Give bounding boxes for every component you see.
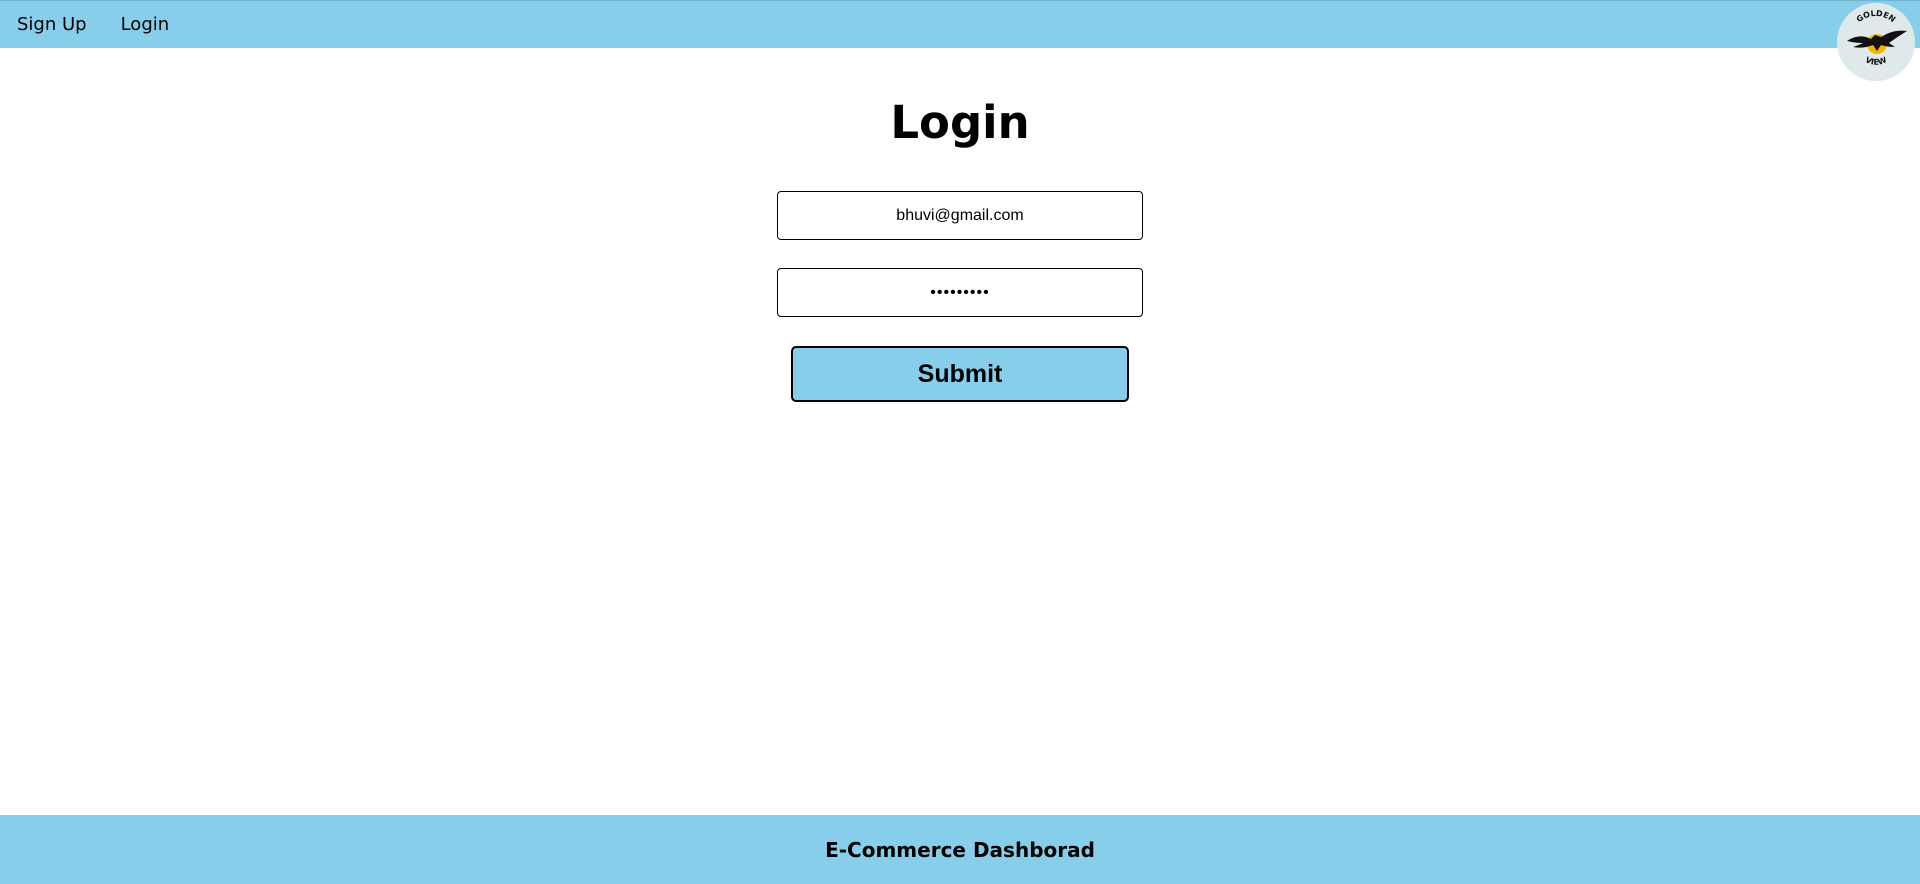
sign-up-link[interactable]: Sign Up [17,14,87,35]
nav-links: Sign Up Login [17,14,169,36]
footer: E-Commerce Dashborad [0,815,1920,884]
email-field[interactable] [777,191,1143,240]
page: Sign Up Login GOLDEN VIEW Login bhuvi@gm… [0,0,1920,884]
logo-text-bottom: VIEW [1864,55,1888,67]
top-nav-bar: Sign Up Login GOLDEN VIEW [0,0,1920,81]
page-title: Login [890,96,1030,149]
golden-view-logo[interactable]: GOLDEN VIEW [1837,3,1915,81]
footer-text: E-Commerce Dashborad [825,837,1095,862]
login-link[interactable]: Login [121,14,170,35]
nav-item-login: Login [121,14,170,36]
eagle-logo-icon: GOLDEN VIEW [1847,9,1907,67]
password-field[interactable] [777,268,1143,317]
nav-item-sign-up: Sign Up [17,14,87,36]
logo-text-top: GOLDEN [1855,9,1897,24]
submit-button[interactable]: Submit [791,346,1129,402]
